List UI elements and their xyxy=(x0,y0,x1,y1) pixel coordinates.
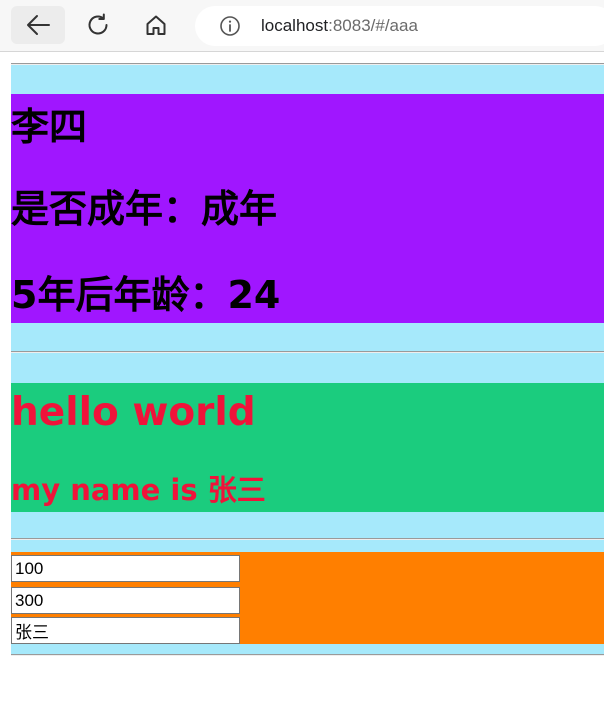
reload-icon xyxy=(88,13,108,35)
info-icon[interactable] xyxy=(219,15,241,37)
name-input[interactable] xyxy=(11,617,240,644)
page-content: 李四 是否成年：成年 5年后年龄：24 hello world my name … xyxy=(0,53,604,711)
url-text[interactable]: localhost:8083/#/aaa xyxy=(261,15,418,37)
inputs-block xyxy=(11,552,604,644)
my-name-heading: my name is 张三 xyxy=(11,473,266,507)
home-button[interactable] xyxy=(131,6,181,44)
adult-status: 是否成年：成年 xyxy=(11,187,278,231)
greeting-section: hello world my name is 张三 xyxy=(11,353,604,539)
divider xyxy=(11,654,604,656)
person-info-block: 李四 是否成年：成年 5年后年龄：24 xyxy=(11,94,604,323)
home-icon xyxy=(146,15,166,35)
address-bar[interactable]: localhost:8083/#/aaa xyxy=(195,6,604,46)
reload-button[interactable] xyxy=(71,6,125,44)
url-host: localhost xyxy=(261,16,329,35)
age-after-five-years: 5年后年龄：24 xyxy=(11,273,281,317)
hello-heading: hello world xyxy=(11,390,256,435)
greeting-block: hello world my name is 张三 xyxy=(11,383,604,512)
inputs-section xyxy=(11,540,604,655)
browser-toolbar: localhost:8083/#/aaa xyxy=(0,0,604,52)
second-number-input[interactable] xyxy=(11,587,240,614)
person-name: 李四 xyxy=(11,105,88,149)
url-path: :8083/#/aaa xyxy=(328,16,418,35)
back-arrow-icon xyxy=(27,15,50,35)
back-button[interactable] xyxy=(11,6,65,44)
first-number-input[interactable] xyxy=(11,555,240,582)
person-section: 李四 是否成年：成年 5年后年龄：24 xyxy=(11,65,604,352)
